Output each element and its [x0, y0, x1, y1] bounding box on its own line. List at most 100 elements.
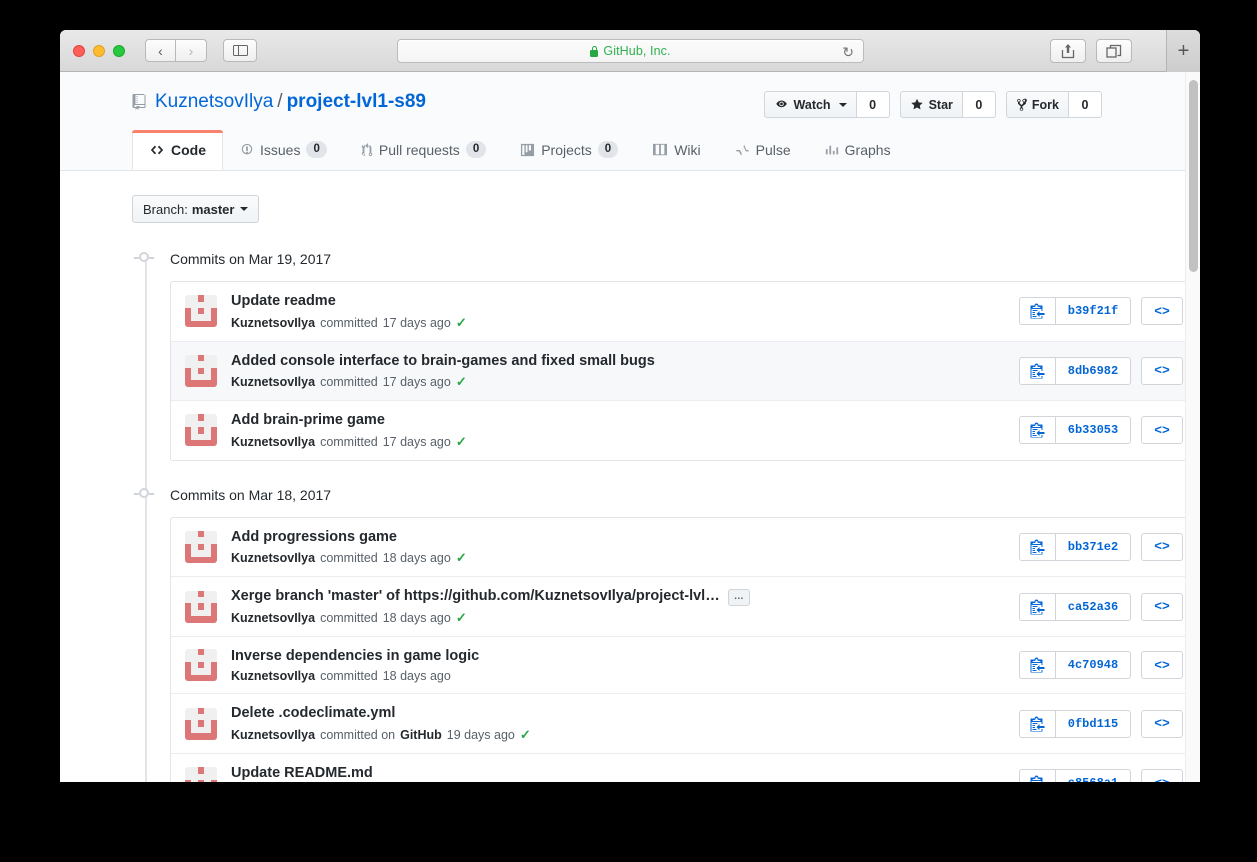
copy-sha-button[interactable]: [1019, 533, 1055, 561]
forward-button[interactable]: ›: [176, 39, 207, 62]
browse-code-button[interactable]: <>: [1141, 297, 1183, 325]
commit-sha-link[interactable]: 4c70948: [1055, 651, 1131, 679]
commit-row[interactable]: Add progressions gameKuznetsovIlyacommit…: [171, 518, 1199, 577]
commit-author-link[interactable]: KuznetsovIlya: [231, 435, 315, 449]
copy-sha-button[interactable]: [1019, 710, 1055, 738]
verified-check-icon[interactable]: ✓: [456, 434, 467, 450]
verified-check-icon[interactable]: ✓: [456, 315, 467, 331]
copy-sha-button[interactable]: [1019, 769, 1055, 782]
fork-count[interactable]: 0: [1069, 91, 1102, 118]
copy-sha-button[interactable]: [1019, 297, 1055, 325]
commit-title-link[interactable]: Added console interface to brain-games a…: [231, 352, 655, 372]
commit-sha-link[interactable]: 0fbd115: [1055, 710, 1131, 738]
star-count[interactable]: 0: [963, 91, 996, 118]
commit-title-link[interactable]: Add progressions game: [231, 528, 397, 548]
browse-code-button[interactable]: <>: [1141, 533, 1183, 561]
branch-prefix-label: Branch:: [143, 202, 188, 217]
fork-button[interactable]: Fork: [1006, 91, 1069, 118]
commit-author-link[interactable]: KuznetsovIlya: [231, 551, 315, 565]
commit-action-label: committed: [320, 375, 378, 389]
star-button[interactable]: Star: [900, 91, 963, 118]
repository-header: KuznetsovIlya / project-lvl1-s89 Watch: [60, 72, 1200, 171]
commit-title-link[interactable]: Xerge branch 'master' of https://github.…: [231, 587, 720, 607]
verified-check-icon[interactable]: ✓: [520, 727, 531, 743]
avatar[interactable]: [185, 591, 217, 623]
commit-sha-link[interactable]: ca52a36: [1055, 593, 1131, 621]
share-button[interactable]: [1050, 39, 1086, 63]
verified-check-icon[interactable]: ✓: [456, 610, 467, 626]
commit-author-link[interactable]: KuznetsovIlya: [231, 611, 315, 625]
tab-code[interactable]: Code: [132, 130, 223, 170]
commit-sha-link[interactable]: c8568a1: [1055, 769, 1131, 782]
verified-check-icon[interactable]: ✓: [456, 374, 467, 390]
commit-author-link[interactable]: KuznetsovIlya: [231, 316, 315, 330]
address-bar[interactable]: GitHub, Inc. ↻: [397, 39, 864, 63]
back-button[interactable]: ‹: [145, 39, 176, 62]
reload-icon[interactable]: ↻: [842, 44, 854, 61]
expand-commit-message-button[interactable]: …: [728, 589, 750, 606]
copy-sha-button[interactable]: [1019, 357, 1055, 385]
repo-owner-link[interactable]: KuznetsovIlya: [155, 91, 273, 113]
watch-button[interactable]: Watch: [764, 91, 857, 118]
copy-sha-button[interactable]: [1019, 416, 1055, 444]
new-tab-button[interactable]: +: [1166, 30, 1200, 72]
browse-code-button[interactable]: <>: [1141, 416, 1183, 444]
page-scrollbar[interactable]: [1185, 72, 1200, 782]
avatar[interactable]: [185, 295, 217, 327]
fork-button-group: Fork 0: [1006, 91, 1102, 118]
sidebar-toggle-button[interactable]: [223, 39, 257, 62]
browse-code-button[interactable]: <>: [1141, 651, 1183, 679]
repo-name-link[interactable]: project-lvl1-s89: [287, 91, 426, 113]
commit-author-link[interactable]: KuznetsovIlya: [231, 728, 315, 742]
avatar[interactable]: [185, 767, 217, 782]
browse-code-button[interactable]: <>: [1141, 769, 1183, 782]
lock-icon: [590, 46, 598, 57]
commit-sha-link[interactable]: b39f21f: [1055, 297, 1131, 325]
maximize-window-button[interactable]: [113, 45, 125, 57]
commit-author-link[interactable]: KuznetsovIlya: [231, 375, 315, 389]
commit-sha-link[interactable]: 6b33053: [1055, 416, 1131, 444]
commit-title-link[interactable]: Delete .codeclimate.yml: [231, 704, 395, 724]
commit-sha-link[interactable]: 8db6982: [1055, 357, 1131, 385]
avatar[interactable]: [185, 355, 217, 387]
commit-row[interactable]: Inverse dependencies in game logic Kuznet…: [171, 636, 1199, 694]
browse-code-button[interactable]: <>: [1141, 710, 1183, 738]
show-tabs-button[interactable]: [1096, 39, 1132, 63]
commit-row[interactable]: Xerge branch 'master' of https://github.…: [171, 576, 1199, 636]
browse-code-button[interactable]: <>: [1141, 357, 1183, 385]
browse-code-button[interactable]: <>: [1141, 593, 1183, 621]
commit-title-link[interactable]: Update readme: [231, 292, 336, 312]
commit-row[interactable]: Delete .codeclimate.ymlKuznetsovIlyacomm…: [171, 693, 1199, 753]
commit-row[interactable]: Update README.mdKuznetsovIlyacommitted o…: [171, 753, 1199, 782]
tab-projects[interactable]: Projects0: [503, 130, 635, 170]
verified-check-icon[interactable]: ✓: [456, 550, 467, 566]
watch-count[interactable]: 0: [857, 91, 890, 118]
tab-count: 0: [306, 141, 326, 158]
copy-sha-button[interactable]: [1019, 651, 1055, 679]
tab-issues[interactable]: Issues0: [223, 130, 344, 170]
commit-row[interactable]: Update readmeKuznetsovIlyacommitted17 da…: [171, 282, 1199, 341]
copy-sha-button[interactable]: [1019, 593, 1055, 621]
avatar[interactable]: [185, 708, 217, 740]
commit-sha-link[interactable]: bb371e2: [1055, 533, 1131, 561]
commit-row[interactable]: Added console interface to brain-games a…: [171, 341, 1199, 401]
commit-author-link[interactable]: KuznetsovIlya: [231, 669, 315, 683]
avatar[interactable]: [185, 531, 217, 563]
commit-time-label: 18 days ago: [383, 669, 451, 683]
commit-row[interactable]: Add brain-prime gameKuznetsovIlyacommitt…: [171, 400, 1199, 460]
commit-title-link[interactable]: Update README.md: [231, 764, 373, 782]
commit-title-link[interactable]: Inverse dependencies in game logic: [231, 647, 479, 667]
tab-graphs[interactable]: Graphs: [808, 130, 908, 170]
branch-selector-button[interactable]: Branch: master: [132, 195, 259, 223]
avatar[interactable]: [185, 649, 217, 681]
scrollbar-thumb[interactable]: [1189, 80, 1198, 272]
close-window-button[interactable]: [73, 45, 85, 57]
clippy-icon: [1030, 363, 1045, 379]
tab-pulse[interactable]: Pulse: [718, 130, 808, 170]
tab-label: Pulse: [756, 142, 791, 158]
commit-title-link[interactable]: Add brain-prime game: [231, 411, 385, 431]
tab-wiki[interactable]: Wiki: [635, 130, 717, 170]
avatar[interactable]: [185, 414, 217, 446]
minimize-window-button[interactable]: [93, 45, 105, 57]
tab-pull-requests[interactable]: Pull requests0: [344, 130, 503, 170]
